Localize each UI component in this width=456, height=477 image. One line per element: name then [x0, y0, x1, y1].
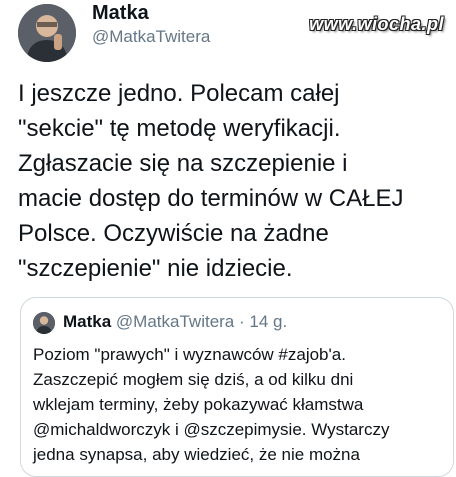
quoted-text: Poziom "prawych" i wyznawców #zajob'a. Z… — [33, 342, 449, 467]
quoted-timestamp: 14 g. — [249, 312, 288, 331]
quoted-tweet[interactable]: Matka @MatkaTwitera · 14 g. Poziom "praw… — [20, 297, 454, 477]
tweet-text: I jeszcze jedno. Polecam całej "sekcie" … — [18, 76, 448, 286]
avatar-photo-icon — [33, 312, 55, 334]
avatar-photo-icon — [18, 4, 76, 62]
quoted-text-line: @michaldworczyk i @szczepimysie. Wystarc… — [33, 420, 390, 439]
tweet-text-line: "szczepienie" nie idziecie. — [18, 255, 293, 282]
watermark: www.wiocha.pl — [309, 14, 444, 34]
quoted-avatar — [33, 312, 55, 334]
quoted-text-line: Poziom "prawych" i wyznawców #zajob'a. — [33, 345, 346, 364]
quoted-separator: · — [239, 312, 245, 331]
quoted-text-line: Zaszczepić mogłem się dziś, a od kilku d… — [33, 370, 354, 389]
author-handle[interactable]: @MatkaTwitera — [92, 27, 210, 47]
tweet-text-line: "sekcie" tę metodę weryfikacji. — [18, 115, 341, 142]
avatar[interactable] — [18, 4, 76, 62]
quoted-text-line: jedna synapsa, aby wiedzieć, że nie możn… — [33, 445, 360, 464]
tweet-header: Matka @MatkaTwitera www.wiocha.pl — [0, 0, 456, 70]
tweet-text-line: I jeszcze jedno. Polecam całej — [18, 80, 340, 107]
tweet-text-line: macie dostęp do terminów w CAŁEJ — [18, 185, 404, 212]
tweet-text-line: Polsce. Oczywiście na żadne — [18, 220, 329, 247]
quoted-author-handle: @MatkaTwitera — [115, 312, 235, 331]
quoted-author-name: Matka — [63, 312, 112, 331]
quoted-meta: Matka @MatkaTwitera · 14 g. — [63, 312, 287, 332]
author-name[interactable]: Matka — [92, 2, 149, 24]
tweet-text-line: Zgłaszacie się na szczepienie i — [18, 150, 348, 177]
quoted-text-line: wklejam terminy, żeby pokazywać kłamstwa — [33, 395, 364, 414]
